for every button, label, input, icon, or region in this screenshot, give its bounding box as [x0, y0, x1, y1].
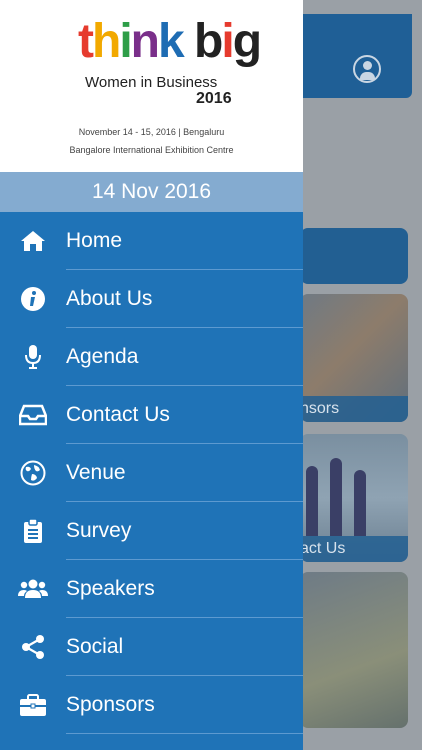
- menu-label: Venue: [66, 461, 126, 484]
- menu-label: Speakers: [66, 577, 155, 600]
- menu-item-about-us[interactable]: About Us: [0, 270, 303, 328]
- event-dates: November 14 - 15, 2016 | Bengaluru: [78, 127, 225, 137]
- menu-item-home[interactable]: Home: [0, 212, 303, 270]
- silhouette-figure: [330, 458, 342, 536]
- users-icon: [18, 576, 48, 602]
- info-icon: [18, 286, 48, 312]
- brand-subtitle: Women in Business: [85, 74, 218, 91]
- microphone-icon: [18, 344, 48, 370]
- home-icon: [18, 228, 48, 254]
- think-big-logo: think big: [78, 15, 262, 68]
- menu-item-sponsors[interactable]: Sponsors: [0, 676, 303, 734]
- menu-label: Contact Us: [66, 403, 170, 426]
- tile-label: nsors: [300, 396, 408, 422]
- share-icon: [18, 634, 48, 660]
- current-date: 14 Nov 2016: [0, 172, 303, 212]
- drawer-menu: Home About Us Agenda Contact Us Venue Su…: [0, 212, 303, 734]
- menu-item-speakers[interactable]: Speakers: [0, 560, 303, 618]
- menu-label: Agenda: [66, 345, 139, 368]
- menu-label: Home: [66, 229, 123, 252]
- menu-label: Social: [66, 635, 124, 658]
- brand-header: think big Women in Business 2016 Novembe…: [0, 0, 303, 172]
- silhouette-figure: [306, 466, 318, 536]
- menu-item-venue[interactable]: Venue: [0, 444, 303, 502]
- background-tile-contact[interactable]: act Us: [300, 434, 408, 562]
- navigation-drawer: think big Women in Business 2016 Novembe…: [0, 0, 303, 750]
- background-tile-sponsors[interactable]: nsors: [300, 294, 408, 422]
- background-tile-banner[interactable]: [300, 228, 408, 284]
- inbox-icon: [18, 402, 48, 428]
- tile-label: act Us: [300, 536, 408, 562]
- brand-year: 2016: [196, 90, 232, 107]
- profile-icon[interactable]: [353, 55, 381, 83]
- menu-label: About Us: [66, 287, 153, 310]
- silhouette-figure: [354, 470, 366, 536]
- menu-label: Sponsors: [66, 693, 155, 716]
- menu-item-survey[interactable]: Survey: [0, 502, 303, 560]
- menu-item-agenda[interactable]: Agenda: [0, 328, 303, 386]
- background-tile-venue-photo[interactable]: [300, 572, 408, 728]
- briefcase-icon: [18, 692, 48, 718]
- globe-icon: [18, 460, 48, 486]
- menu-item-contact-us[interactable]: Contact Us: [0, 386, 303, 444]
- event-venue: Bangalore International Exhibition Centr…: [69, 145, 234, 155]
- clipboard-icon: [18, 518, 48, 544]
- menu-item-social[interactable]: Social: [0, 618, 303, 676]
- menu-label: Survey: [66, 519, 132, 542]
